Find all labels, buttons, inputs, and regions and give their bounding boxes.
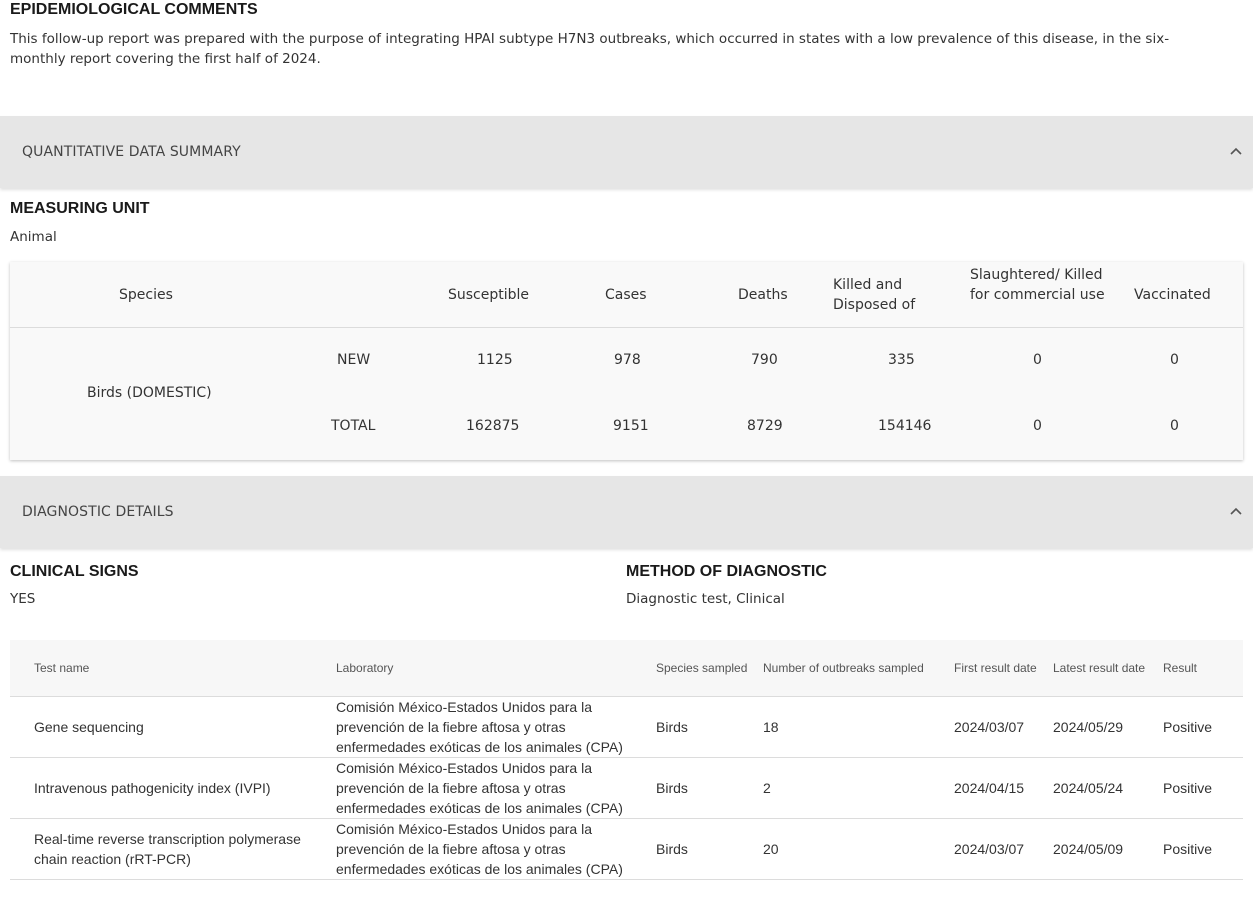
method-title: METHOD OF DIAGNOSTIC [626,563,827,580]
header-species: Species [119,287,173,303]
row-total-susceptible: 162875 [466,418,520,434]
cell-latest-date: 2024/05/09 [1047,818,1157,880]
row-new-cases: 978 [614,352,641,368]
cell-result: Positive [1157,696,1243,758]
quantitative-section-label: QUANTITATIVE DATA SUMMARY [22,144,241,160]
measuring-unit-value: Animal [10,229,57,245]
row-total-killed: 154146 [878,418,932,434]
cell-outbreaks: 2 [757,757,948,819]
cell-species: Birds [650,696,757,758]
row-total-cases: 9151 [613,418,649,434]
quantitative-section-header[interactable]: QUANTITATIVE DATA SUMMARY [0,116,1253,188]
table-row: Real-time reverse transcription polymera… [10,818,1243,880]
row-new-type: NEW [337,352,371,368]
header-slaughtered: Slaughtered/ Killed for commercial use [970,267,1105,303]
header-result: Result [1157,640,1243,697]
header-outbreaks: Number of outbreaks sampled [757,640,948,697]
epi-text: This follow-up report was prepared with … [10,31,1170,67]
row-total-vaccinated: 0 [1170,418,1179,434]
cell-outbreaks: 20 [757,818,948,880]
cell-laboratory: Comisión México-Estados Unidos para la p… [330,818,650,880]
species-name: Birds (DOMESTIC) [87,385,212,401]
header-killed: Killed and Disposed of [833,277,916,313]
row-total-type: TOTAL [331,418,376,434]
cell-outbreaks: 18 [757,696,948,758]
cell-first-date: 2024/03/07 [948,818,1047,880]
cell-latest-date: 2024/05/24 [1047,757,1157,819]
header-test-name: Test name [10,640,330,697]
header-species-sampled: Species sampled [650,640,757,697]
row-new-killed: 335 [888,352,915,368]
measuring-unit-title: MEASURING UNIT [10,200,150,217]
cell-latest-date: 2024/05/29 [1047,696,1157,758]
header-deaths: Deaths [738,287,788,303]
row-new-slaughtered: 0 [1033,352,1042,368]
epi-title: EPIDEMIOLOGICAL COMMENTS [10,1,258,18]
header-vaccinated: Vaccinated [1134,287,1211,303]
diagnostic-section-label: DIAGNOSTIC DETAILS [22,504,174,520]
row-total-slaughtered: 0 [1033,418,1042,434]
cell-test-name: Intravenous pathogenicity index (IVPI) [10,757,330,819]
cell-test-name: Real-time reverse transcription polymera… [10,818,330,880]
chevron-up-icon[interactable] [1229,144,1243,158]
header-laboratory: Laboratory [330,640,650,697]
epidemiological-comments: EPIDEMIOLOGICAL COMMENTS This follow-up … [10,0,1210,69]
method-value: Diagnostic test, Clinical [626,591,785,607]
quantitative-table: Species Susceptible Cases Deaths Killed … [10,262,1243,460]
clinical-signs: CLINICAL SIGNS YES [10,562,139,609]
cell-species: Birds [650,757,757,819]
diagnostic-table: Test name Laboratory Species sampled Num… [10,640,1243,880]
cell-laboratory: Comisión México-Estados Unidos para la p… [330,696,650,758]
header-cases: Cases [605,287,647,303]
method-of-diagnostic: METHOD OF DIAGNOSTIC Diagnostic test, Cl… [626,562,827,609]
chevron-up-icon[interactable] [1229,504,1243,518]
header-susceptible: Susceptible [448,287,530,303]
header-first-date: First result date [948,640,1047,697]
diagnostic-section-header[interactable]: DIAGNOSTIC DETAILS [0,476,1253,548]
diag-header-row: Test name Laboratory Species sampled Num… [10,640,1243,697]
clinical-signs-value: YES [10,591,36,607]
cell-test-name: Gene sequencing [10,696,330,758]
cell-laboratory: Comisión México-Estados Unidos para la p… [330,757,650,819]
clinical-signs-title: CLINICAL SIGNS [10,563,139,580]
table-row: Gene sequencing Comisión México-Estados … [10,696,1243,758]
row-total-deaths: 8729 [747,418,783,434]
measuring-unit: MEASURING UNIT Animal [10,199,150,247]
quant-header-row: Species Susceptible Cases Deaths Killed … [10,262,1243,328]
cell-species: Birds [650,818,757,880]
row-new-vaccinated: 0 [1170,352,1179,368]
table-row: Intravenous pathogenicity index (IVPI) C… [10,757,1243,819]
cell-result: Positive [1157,757,1243,819]
header-latest-date: Latest result date [1047,640,1157,697]
row-new-deaths: 790 [751,352,778,368]
cell-result: Positive [1157,818,1243,880]
cell-first-date: 2024/03/07 [948,696,1047,758]
cell-first-date: 2024/04/15 [948,757,1047,819]
row-new-susceptible: 1125 [477,352,513,368]
